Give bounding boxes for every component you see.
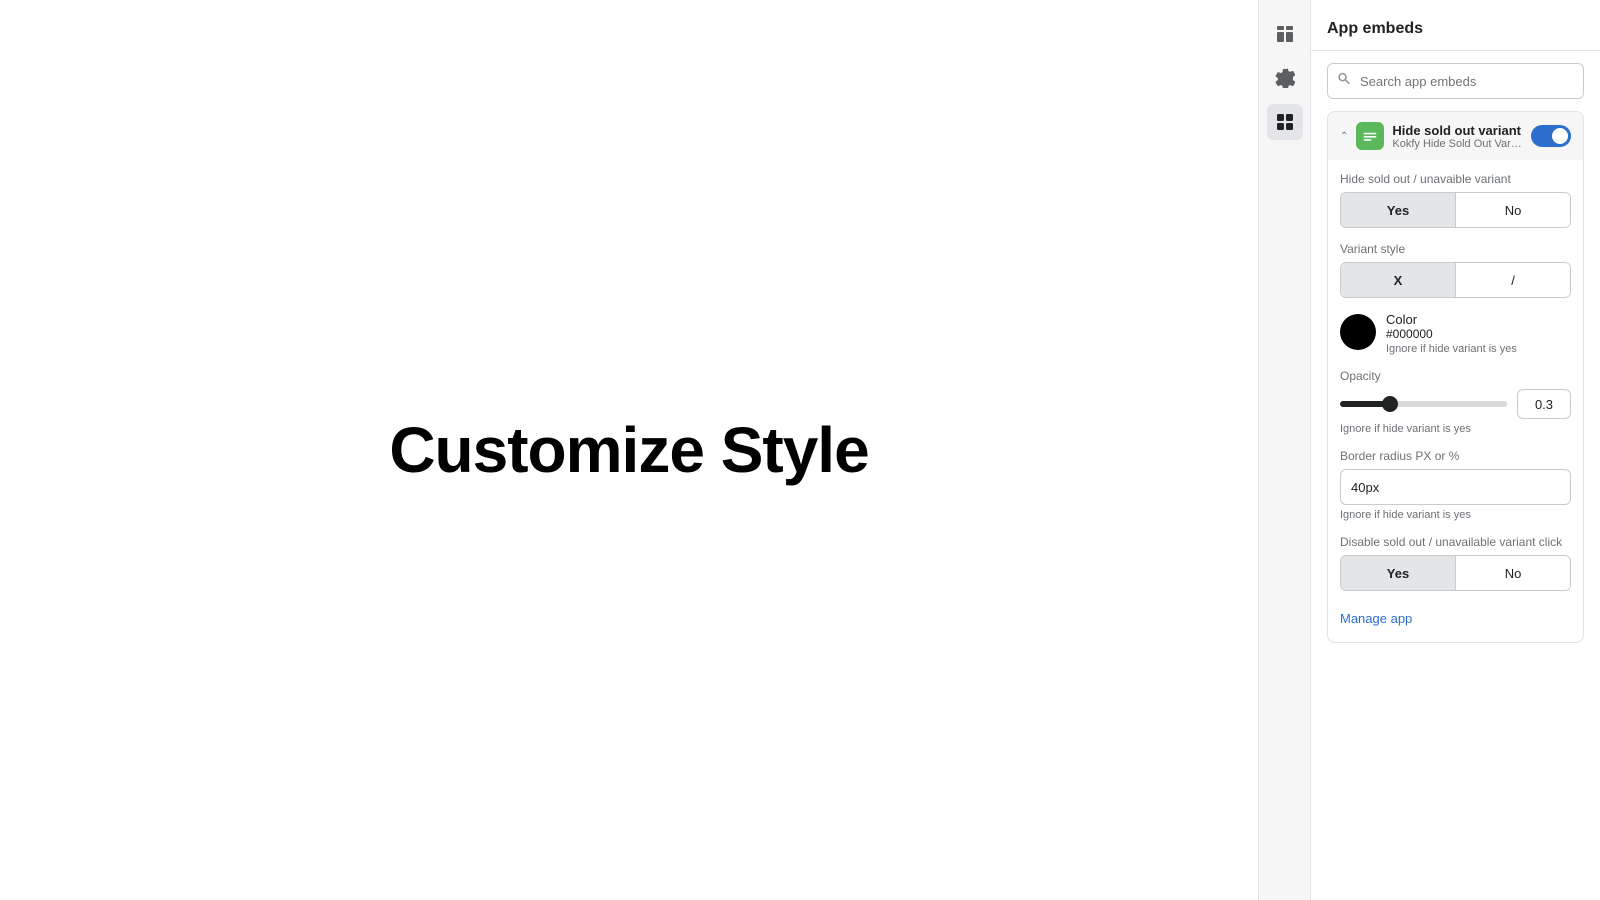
panel-header: App embeds (1311, 0, 1600, 51)
hide-no-button[interactable]: No (1456, 193, 1570, 227)
hide-setting-label: Hide sold out / unavaible variant (1340, 172, 1571, 186)
gear-icon (1275, 68, 1295, 88)
color-note: Ignore if hide variant is yes (1386, 343, 1517, 355)
border-radius-input[interactable] (1340, 469, 1571, 505)
opacity-setting: Opacity 0.3 Ignore if hide variant is ye… (1340, 369, 1571, 435)
hide-sold-out-setting: Hide sold out / unavaible variant Yes No (1340, 172, 1571, 228)
settings-icon-button[interactable] (1267, 60, 1303, 96)
disable-click-btn-group: Yes No (1340, 555, 1571, 591)
embed-item-subtitle: Kokfy Hide Sold Out Varia... (1392, 138, 1523, 150)
search-input[interactable] (1327, 63, 1584, 99)
hide-variant-btn-group: Yes No (1340, 192, 1571, 228)
embed-item: ⌃ Hide sold out variant Kokfy Hide Sold … (1327, 111, 1584, 643)
page-title: Customize Style (389, 413, 868, 487)
manage-app-link[interactable]: Manage app (1328, 603, 1583, 642)
variant-style-btn-group: X / (1340, 262, 1571, 298)
color-setting: Color #000000 Ignore if hide variant is … (1340, 312, 1571, 355)
color-hex-value: #000000 (1386, 327, 1517, 341)
hide-yes-button[interactable]: Yes (1341, 193, 1455, 227)
embed-toggle[interactable] (1531, 125, 1571, 147)
border-radius-label: Border radius PX or % (1340, 449, 1571, 463)
opacity-row: 0.3 (1340, 389, 1571, 419)
disable-no-button[interactable]: No (1456, 556, 1570, 590)
expand-icon[interactable]: ⌃ (1340, 131, 1348, 142)
opacity-hint: Ignore if hide variant is yes (1340, 423, 1571, 435)
variant-style-label: Variant style (1340, 242, 1571, 256)
layout-icon-button[interactable] (1267, 16, 1303, 52)
disable-click-setting: Disable sold out / unavailable variant c… (1340, 535, 1571, 591)
variant-style-setting: Variant style X / (1340, 242, 1571, 298)
apps-icon-button[interactable] (1267, 104, 1303, 140)
opacity-slider-track (1340, 401, 1507, 407)
color-info: Color #000000 Ignore if hide variant is … (1386, 312, 1517, 355)
opacity-value-display: 0.3 (1517, 389, 1571, 419)
border-radius-hint: Ignore if hide variant is yes (1340, 509, 1571, 521)
border-radius-setting: Border radius PX or % Ignore if hide var… (1340, 449, 1571, 521)
apps-icon (1275, 112, 1295, 132)
embed-item-info: Hide sold out variant Kokfy Hide Sold Ou… (1392, 123, 1523, 150)
settings-section: Hide sold out / unavaible variant Yes No… (1328, 160, 1583, 603)
sidebar-container: App embeds ⌃ (1258, 0, 1600, 900)
icon-rail (1258, 0, 1310, 900)
app-icon (1356, 122, 1384, 150)
variant-x-button[interactable]: X (1341, 263, 1455, 297)
color-row: Color #000000 Ignore if hide variant is … (1340, 312, 1571, 355)
opacity-label: Opacity (1340, 369, 1571, 383)
variant-slash-button[interactable]: / (1456, 263, 1570, 297)
layout-icon (1275, 24, 1295, 44)
disable-yes-button[interactable]: Yes (1341, 556, 1455, 590)
embed-item-header: ⌃ Hide sold out variant Kokfy Hide Sold … (1328, 112, 1583, 160)
search-icon (1337, 72, 1351, 91)
panel-body: ⌃ Hide sold out variant Kokfy Hide Sold … (1311, 51, 1600, 900)
app-embeds-panel: App embeds ⌃ (1310, 0, 1600, 900)
disable-click-label: Disable sold out / unavailable variant c… (1340, 535, 1571, 549)
panel-title: App embeds (1327, 20, 1423, 37)
color-label: Color (1386, 312, 1517, 327)
main-content-area: Customize Style (0, 0, 1258, 900)
search-wrapper (1327, 63, 1584, 99)
color-swatch[interactable] (1340, 314, 1376, 350)
embed-item-name: Hide sold out variant (1392, 123, 1523, 138)
